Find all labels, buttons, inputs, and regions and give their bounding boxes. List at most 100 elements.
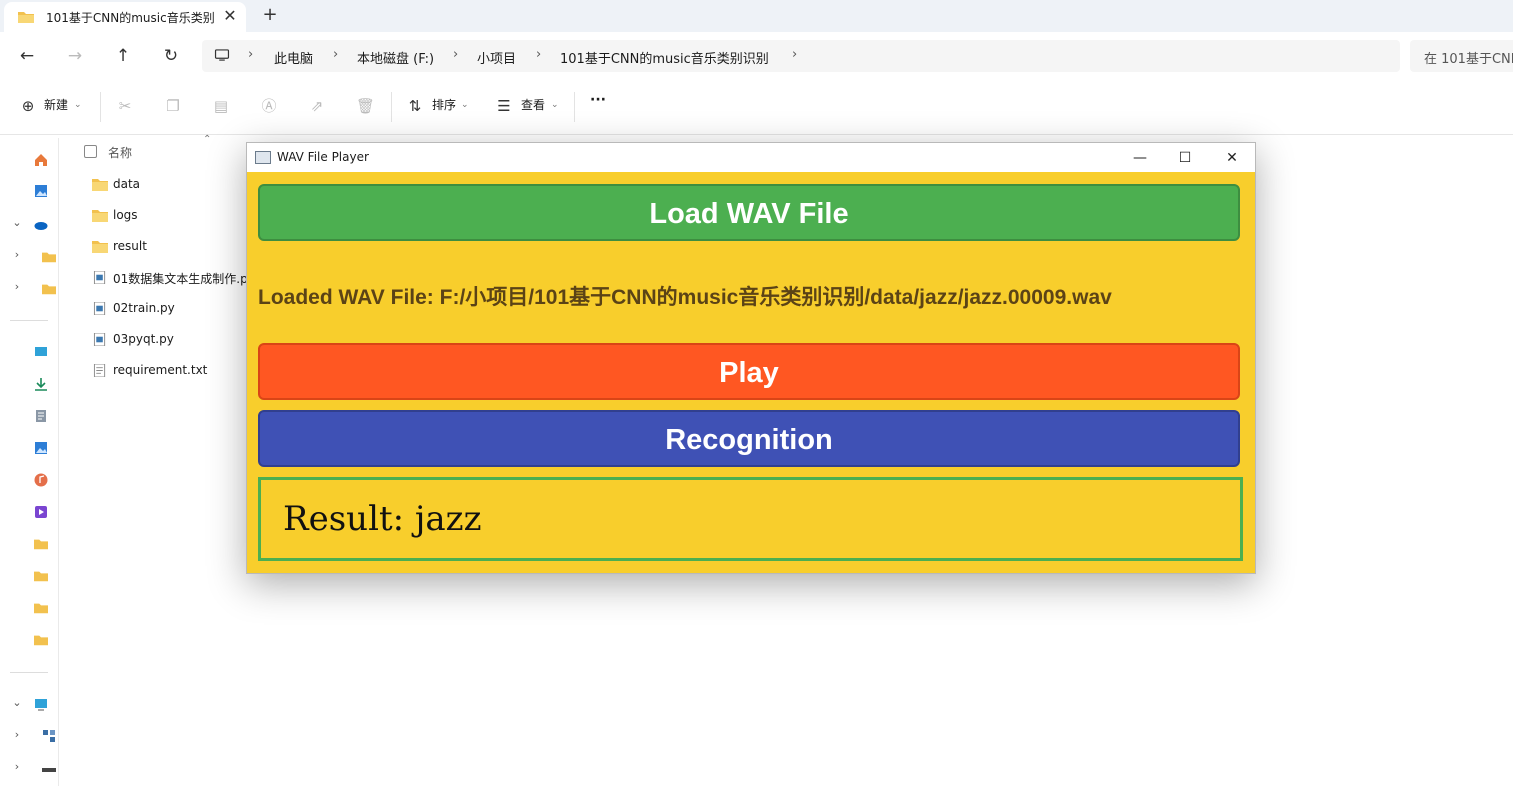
window-titlebar[interactable]: WAV File Player — ☐ ✕ bbox=[247, 143, 1255, 172]
gallery-icon[interactable] bbox=[34, 184, 48, 198]
delete-icon[interactable]: 🗑 bbox=[356, 97, 375, 115]
text-file-icon bbox=[93, 364, 106, 377]
chevron-right-icon: › bbox=[453, 47, 459, 62]
folder-icon[interactable] bbox=[34, 537, 48, 551]
up-arrow-icon[interactable]: ↑ bbox=[111, 44, 135, 68]
chevron-right-icon: › bbox=[792, 47, 798, 62]
explorer-navbar: ← → ↑ ↻ › 此电脑 › 本地磁盘 (F:) › 小项目 › 101基于C… bbox=[0, 32, 1513, 81]
onedrive-icon[interactable] bbox=[34, 218, 48, 232]
copy-icon[interactable]: ❐ bbox=[164, 97, 182, 115]
app-icon bbox=[255, 151, 271, 164]
sort-icon: ⇅ bbox=[408, 97, 422, 115]
breadcrumb-local-disk[interactable]: 本地磁盘 (F:) bbox=[357, 48, 434, 67]
file-name: data bbox=[113, 177, 141, 191]
recognition-button[interactable]: Recognition bbox=[258, 410, 1240, 467]
file-name: result bbox=[113, 239, 147, 253]
new-plus-icon: ⊕ bbox=[21, 97, 35, 115]
file-name: requirement.txt bbox=[113, 363, 208, 377]
home-icon[interactable] bbox=[34, 153, 48, 167]
desktop-icon[interactable] bbox=[34, 345, 48, 359]
folder-icon[interactable] bbox=[34, 569, 48, 583]
chevron-right-icon: › bbox=[248, 47, 254, 62]
folder-icon[interactable] bbox=[42, 250, 56, 264]
navigation-pane: ⌄ › › ⌄ › › bbox=[0, 138, 59, 786]
tab-close-icon[interactable]: ✕ bbox=[220, 6, 240, 26]
address-bar[interactable]: › 此电脑 › 本地磁盘 (F:) › 小项目 › 101基于CNN的music… bbox=[202, 40, 1400, 72]
more-options-button[interactable]: ··· bbox=[590, 92, 606, 108]
music-icon[interactable] bbox=[34, 473, 48, 487]
folder-icon bbox=[18, 12, 34, 23]
file-name: logs bbox=[113, 208, 138, 222]
paste-icon[interactable]: ▤ bbox=[212, 97, 230, 115]
python-file-icon bbox=[93, 302, 106, 315]
toolbar-divider bbox=[574, 92, 575, 122]
new-button[interactable]: 新建 bbox=[44, 96, 68, 113]
chevron-down-icon[interactable]: ⌄ bbox=[10, 696, 24, 709]
share-icon[interactable]: ⇗ bbox=[308, 97, 326, 115]
column-header-name[interactable]: 名称 bbox=[108, 144, 132, 161]
select-all-checkbox[interactable] bbox=[84, 145, 97, 158]
chevron-down-icon: ⌄ bbox=[461, 100, 469, 110]
new-tab-button[interactable]: + bbox=[260, 5, 280, 25]
result-display: Result: jazz bbox=[258, 477, 1243, 561]
refresh-icon[interactable]: ↻ bbox=[159, 44, 183, 68]
python-file-icon bbox=[93, 271, 106, 284]
search-input[interactable]: 在 101基于CNN bbox=[1410, 40, 1513, 72]
search-placeholder: 在 101基于CNN bbox=[1424, 52, 1513, 67]
folder-icon bbox=[92, 179, 108, 191]
toolbar-divider bbox=[100, 92, 101, 122]
explorer-titlebar: 101基于CNN的music音乐类别识别 ✕ + bbox=[0, 0, 1513, 32]
rename-icon[interactable]: Ⓐ bbox=[260, 97, 278, 115]
close-icon[interactable]: ✕ bbox=[1217, 146, 1247, 170]
pictures-icon[interactable] bbox=[34, 441, 48, 455]
file-name: 02train.py bbox=[113, 301, 175, 315]
folder-icon[interactable] bbox=[42, 282, 56, 296]
drive-icon[interactable] bbox=[42, 763, 56, 777]
videos-icon[interactable] bbox=[34, 505, 48, 519]
chevron-right-icon[interactable]: › bbox=[10, 248, 24, 261]
loaded-file-label: Loaded WAV File: F:/小项目/101基于CNN的music音乐… bbox=[258, 286, 1112, 309]
minimize-icon[interactable]: — bbox=[1125, 146, 1155, 170]
chevron-down-icon[interactable]: ⌄ bbox=[10, 216, 24, 229]
view-icon: ☰ bbox=[497, 97, 511, 115]
forward-arrow-icon[interactable]: → bbox=[63, 44, 87, 68]
explorer-tab[interactable]: 101基于CNN的music音乐类别识别 ✕ bbox=[4, 2, 246, 32]
load-wav-button[interactable]: Load WAV File bbox=[258, 184, 1240, 241]
computer-icon bbox=[214, 49, 230, 61]
tab-title: 101基于CNN的music音乐类别识别 bbox=[46, 11, 214, 25]
view-button[interactable]: 查看 bbox=[521, 96, 545, 113]
back-arrow-icon[interactable]: ← bbox=[15, 44, 39, 68]
network-icon[interactable] bbox=[42, 729, 56, 743]
chevron-right-icon[interactable]: › bbox=[10, 728, 24, 741]
chevron-right-icon[interactable]: › bbox=[10, 760, 24, 773]
sort-ascending-icon: ⌃ bbox=[203, 134, 212, 145]
play-button[interactable]: Play bbox=[258, 343, 1240, 400]
window-title: WAV File Player bbox=[277, 150, 369, 164]
chevron-right-icon: › bbox=[333, 47, 339, 62]
chevron-down-icon: ⌄ bbox=[551, 100, 559, 110]
chevron-right-icon[interactable]: › bbox=[10, 280, 24, 293]
documents-icon[interactable] bbox=[34, 409, 48, 423]
maximize-icon[interactable]: ☐ bbox=[1170, 146, 1200, 170]
sort-button[interactable]: 排序 bbox=[432, 96, 456, 113]
file-name: 03pyqt.py bbox=[113, 332, 174, 346]
breadcrumb-project[interactable]: 小项目 bbox=[477, 48, 516, 67]
folder-icon bbox=[92, 241, 108, 253]
this-pc-icon[interactable] bbox=[34, 697, 48, 711]
folder-icon bbox=[92, 210, 108, 222]
folder-icon[interactable] bbox=[34, 601, 48, 615]
downloads-icon[interactable] bbox=[34, 377, 48, 391]
breadcrumb-this-pc[interactable]: 此电脑 bbox=[274, 48, 313, 67]
wav-player-window: WAV File Player — ☐ ✕ Load WAV File Load… bbox=[246, 142, 1256, 574]
chevron-down-icon: ⌄ bbox=[74, 100, 82, 110]
toolbar-divider bbox=[391, 92, 392, 122]
sidebar-divider bbox=[10, 672, 48, 673]
file-name: 01数据集文本生成制作.py bbox=[113, 272, 246, 286]
cut-icon[interactable]: ✂ bbox=[116, 97, 134, 115]
python-file-icon bbox=[93, 333, 106, 346]
result-text: Result: jazz bbox=[283, 499, 482, 539]
breadcrumb-current-folder[interactable]: 101基于CNN的music音乐类别识别 bbox=[560, 48, 769, 67]
folder-icon[interactable] bbox=[34, 633, 48, 647]
sidebar-divider bbox=[10, 320, 48, 321]
list-item[interactable]: 01数据集文本生成制作.py bbox=[92, 267, 246, 289]
